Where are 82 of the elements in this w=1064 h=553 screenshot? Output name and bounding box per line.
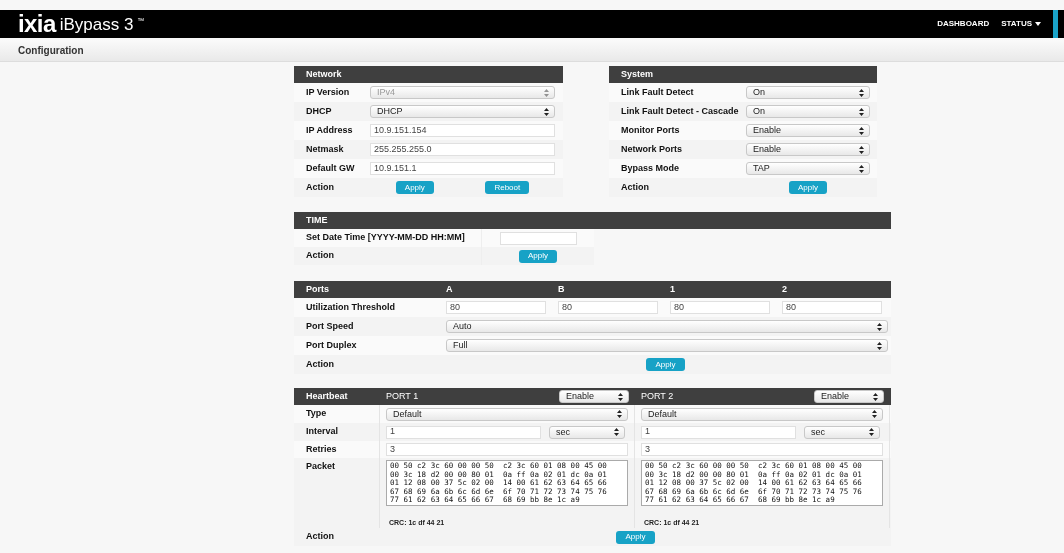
dropdown[interactable]: Default xyxy=(641,407,883,421)
field-label: Netmask xyxy=(305,142,345,156)
field-label: Ports xyxy=(305,282,330,296)
field-label: Default GW xyxy=(305,161,356,175)
field-label: Heartbeat xyxy=(305,389,349,403)
field-label: DHCP xyxy=(305,104,333,118)
field-label: Packet xyxy=(305,460,336,473)
accent-strip xyxy=(1053,10,1058,38)
field-label: Action xyxy=(305,249,334,263)
dropdown[interactable]: On xyxy=(746,105,870,118)
input-field[interactable]: 80 xyxy=(558,301,658,314)
updown-icon xyxy=(877,322,882,331)
field-label: Network xyxy=(305,67,342,81)
field-label: IP Address xyxy=(305,123,354,137)
field-label: Port Speed xyxy=(305,319,355,333)
dropdown[interactable]: sec xyxy=(804,425,880,439)
field-label: Retries xyxy=(305,442,337,456)
field-label: Bypass Mode xyxy=(620,161,681,175)
field-label: 1 xyxy=(669,282,676,296)
dropdown[interactable]: Enable xyxy=(746,143,870,156)
updown-icon xyxy=(618,392,623,401)
field-label: Type xyxy=(305,407,327,421)
dropdown[interactable]: DHCP xyxy=(370,105,555,118)
dropdown[interactable]: Enable xyxy=(559,390,629,403)
field-label: Action xyxy=(305,180,335,194)
input-field[interactable]: 1 xyxy=(641,425,796,439)
field-label: TIME xyxy=(305,213,328,227)
port-name: PORT 1 xyxy=(386,389,419,403)
updown-icon xyxy=(859,164,864,173)
logo: ixia xyxy=(18,12,56,36)
dropdown[interactable]: On xyxy=(746,86,870,99)
field-label: B xyxy=(557,282,566,296)
dropdown[interactable]: Full xyxy=(446,339,888,352)
input-field[interactable]: 10.9.151.1 xyxy=(370,162,555,175)
page-title: Configuration xyxy=(18,44,84,58)
updown-icon xyxy=(544,88,549,97)
input-field[interactable]: 3 xyxy=(386,443,628,456)
nav-link[interactable]: DASHBOARD xyxy=(937,18,990,30)
field-label: System xyxy=(620,67,654,81)
dropdown[interactable]: Default xyxy=(386,407,628,421)
updown-icon xyxy=(877,341,882,350)
updown-icon xyxy=(859,126,864,135)
dropdown[interactable]: Auto xyxy=(446,320,888,333)
field-label: IP Version xyxy=(305,85,351,99)
field-label: 2 xyxy=(781,282,788,296)
updown-icon xyxy=(859,88,864,97)
field-label: Utilization Threshold xyxy=(305,300,396,314)
updown-icon xyxy=(859,145,864,154)
input-field[interactable]: 80 xyxy=(446,301,546,314)
dropdown[interactable]: Enable xyxy=(814,390,884,403)
updown-icon xyxy=(869,428,874,436)
updown-icon xyxy=(614,428,619,436)
input-field[interactable]: 80 xyxy=(670,301,770,314)
field-label: Port Duplex xyxy=(305,338,358,352)
input-field[interactable]: 255.255.255.0 xyxy=(370,143,555,156)
field-label: Link Fault Detect xyxy=(620,85,695,99)
updown-icon xyxy=(617,410,622,418)
updown-icon xyxy=(859,107,864,116)
updown-icon xyxy=(872,410,877,418)
updown-icon xyxy=(544,107,549,116)
caret-icon xyxy=(1035,22,1041,26)
field-label: Link Fault Detect - Cascade xyxy=(620,104,740,118)
field-label: Monitor Ports xyxy=(620,123,681,137)
product-name: iBypass 3 xyxy=(59,15,134,33)
field-label: Interval xyxy=(305,425,338,439)
field-label: Network Ports xyxy=(620,142,683,156)
field-label: Action xyxy=(620,180,650,194)
input-field[interactable]: 10.9.151.154 xyxy=(370,124,555,137)
dropdown[interactable]: Enable xyxy=(746,124,870,137)
field-label: A xyxy=(445,282,454,296)
input-field[interactable]: 80 xyxy=(782,301,882,314)
input-field[interactable]: 1 xyxy=(386,425,541,439)
port-name: PORT 2 xyxy=(641,389,674,403)
updown-icon xyxy=(873,392,878,401)
input-field[interactable]: 3 xyxy=(641,443,883,456)
menu-link[interactable]: STATUS xyxy=(1001,18,1041,30)
field-label: Action xyxy=(305,357,335,371)
field-label: Action xyxy=(305,530,335,544)
dropdown[interactable]: sec xyxy=(549,425,625,439)
dropdown[interactable]: TAP xyxy=(746,162,870,175)
input-field[interactable] xyxy=(499,231,577,245)
field-label: Set Date Time [YYYY-MM-DD HH:MM] xyxy=(305,231,465,245)
